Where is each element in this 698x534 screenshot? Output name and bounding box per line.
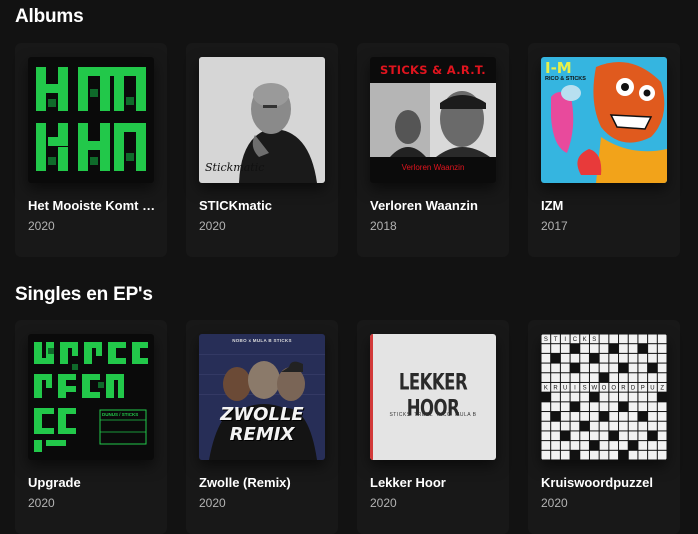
svg-text:U: U xyxy=(650,385,654,391)
cover-sub-text: REMIX xyxy=(229,424,295,445)
svg-text:S: S xyxy=(583,385,587,391)
album-title: STICKmatic xyxy=(199,198,272,213)
single-cover: STICKSKRUISWOORDPUZ xyxy=(541,334,667,460)
album-year: 2020 xyxy=(199,219,226,233)
svg-text:K: K xyxy=(544,385,548,391)
single-title: Lekker Hoor xyxy=(370,475,446,490)
svg-text:U: U xyxy=(563,385,567,391)
svg-text:C: C xyxy=(573,337,578,343)
svg-text:W: W xyxy=(591,385,597,391)
svg-text:O: O xyxy=(611,385,616,391)
album-year: 2017 xyxy=(541,219,568,233)
svg-text:P: P xyxy=(641,385,645,391)
cover-top-text: NOBO x MULA B STICKS xyxy=(232,338,292,343)
cover-text: Stickmatic xyxy=(205,161,265,174)
albums-row: Het Mooiste Komt Nog 2020 Stickmatic STI… xyxy=(15,43,680,257)
cover-text: ZWOLLE xyxy=(220,404,304,425)
album-cover xyxy=(28,57,154,183)
album-cover: STICKS & A.R.T. Verloren Waanzin xyxy=(370,57,496,183)
album-year: 2018 xyxy=(370,219,397,233)
album-card-het-mooiste-komt-nog[interactable]: Het Mooiste Komt Nog 2020 xyxy=(15,43,167,257)
svg-text:S: S xyxy=(544,337,548,343)
cover-top-text: STICKS & A.R.T. xyxy=(380,63,486,77)
album-cover: Stickmatic xyxy=(199,57,325,183)
single-card-zwolle-remix[interactable]: NOBO x MULA B STICKS ZWOLLE REMIX Zwolle… xyxy=(186,320,338,534)
album-card-verloren-waanzin[interactable]: STICKS & A.R.T. Verloren Waanzin Verlore… xyxy=(357,43,509,257)
svg-text:Z: Z xyxy=(660,385,664,391)
album-year: 2020 xyxy=(28,219,55,233)
crossword-grid: S T I C K SK R U I S W O O R D P U Z xyxy=(541,334,667,460)
single-cover: NOBO x MULA B STICKS ZWOLLE REMIX xyxy=(199,334,325,460)
cover-text: I-M xyxy=(545,59,572,77)
cover-bottom-text: Verloren Waanzin xyxy=(401,163,465,172)
album-title: IZM xyxy=(541,198,564,213)
single-year: 2020 xyxy=(199,496,226,510)
single-year: 2020 xyxy=(370,496,397,510)
singles-heading: Singles en EP's xyxy=(15,284,153,305)
singles-row: DUNUS / STICKS Upgrade 2020 NOBO x MULA … xyxy=(15,320,680,534)
album-title: Verloren Waanzin xyxy=(370,198,478,213)
album-title: Het Mooiste Komt Nog xyxy=(28,198,156,213)
svg-text:K: K xyxy=(583,337,587,343)
single-card-upgrade[interactable]: DUNUS / STICKS Upgrade 2020 xyxy=(15,320,167,534)
svg-text:T: T xyxy=(554,337,558,343)
single-cover: DUNUS / STICKS xyxy=(28,334,154,460)
album-cover: I-M RICO & STICKS xyxy=(541,57,667,183)
single-year: 2020 xyxy=(541,496,568,510)
single-title: Upgrade xyxy=(28,475,81,490)
svg-text:O: O xyxy=(602,385,607,391)
album-card-izm[interactable]: I-M RICO & STICKS IZM 2017 xyxy=(528,43,680,257)
single-card-lekker-hoor[interactable]: LEKKER HOOR STICKS TREEZ RICO MULA B Lek… xyxy=(357,320,509,534)
single-title: Zwolle (Remix) xyxy=(199,475,291,490)
cover-sub-text: RICO & STICKS xyxy=(545,76,586,82)
single-year: 2020 xyxy=(28,496,55,510)
cover-sub-text: STICKS TREEZ RICO MULA B xyxy=(389,412,477,418)
single-card-kruiswoordpuzzel[interactable]: STICKSKRUISWOORDPUZ Kruiswoordpuzzel 202… xyxy=(528,320,680,534)
svg-text:R: R xyxy=(553,385,558,391)
album-card-stickmatic[interactable]: Stickmatic STICKmatic 2020 xyxy=(186,43,338,257)
albums-heading: Albums xyxy=(15,6,84,27)
cover-tag: DUNUS / STICKS xyxy=(102,412,139,417)
svg-text:D: D xyxy=(631,385,636,391)
svg-text:S: S xyxy=(592,337,596,343)
single-title: Kruiswoordpuzzel xyxy=(541,475,653,490)
single-cover: LEKKER HOOR STICKS TREEZ RICO MULA B xyxy=(370,334,496,460)
svg-text:R: R xyxy=(621,385,626,391)
